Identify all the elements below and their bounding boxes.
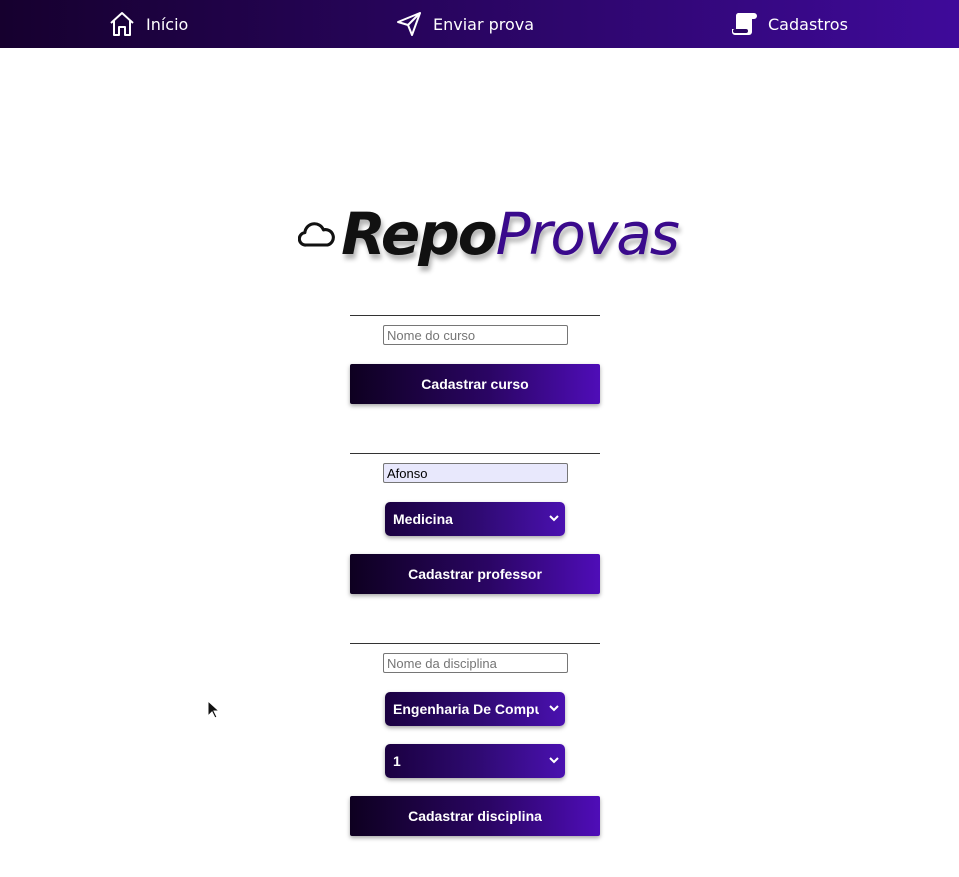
chevron-down-icon — [549, 757, 559, 764]
app-logo: Repo Provas — [298, 196, 680, 272]
register-course-button[interactable]: Cadastrar curso — [350, 364, 600, 404]
home-icon — [110, 12, 134, 36]
course-name-input[interactable] — [383, 325, 568, 345]
cloud-icon — [298, 222, 335, 247]
nav-send-exam-label: Enviar prova — [433, 14, 535, 34]
chevron-down-icon — [549, 515, 559, 522]
discipline-course-select[interactable]: Engenharia De Computação — [385, 692, 565, 726]
register-discipline-button[interactable]: Cadastrar disciplina — [350, 796, 600, 836]
section-divider — [350, 453, 600, 454]
discipline-course-selected: Engenharia De Computação — [393, 701, 539, 717]
professor-course-selected: Medicina — [393, 511, 453, 527]
paper-plane-icon — [397, 12, 421, 36]
discipline-name-input[interactable] — [383, 653, 568, 673]
logo-text-repo: Repo — [341, 200, 497, 268]
discipline-semester-selected: 1 — [393, 753, 401, 769]
section-divider — [350, 643, 600, 644]
nav-home-label: Início — [146, 14, 189, 34]
nav-registrations-label: Cadastros — [768, 14, 848, 34]
chevron-down-icon — [549, 705, 559, 712]
section-divider — [350, 315, 600, 316]
top-navbar: Início Enviar prova Cadastros — [0, 0, 959, 48]
nav-home-link[interactable]: Início — [108, 0, 188, 48]
nav-registrations-link[interactable]: Cadastros — [730, 0, 848, 48]
scroll-icon — [732, 13, 757, 35]
discipline-semester-select[interactable]: 1 — [385, 744, 565, 778]
professor-name-input[interactable] — [383, 463, 568, 483]
register-professor-button[interactable]: Cadastrar professor — [350, 554, 600, 594]
logo-text-provas: Provas — [495, 200, 680, 268]
mouse-cursor-icon — [207, 700, 221, 719]
nav-send-exam-link[interactable]: Enviar prova — [395, 0, 534, 48]
professor-course-select[interactable]: Medicina — [385, 502, 565, 536]
